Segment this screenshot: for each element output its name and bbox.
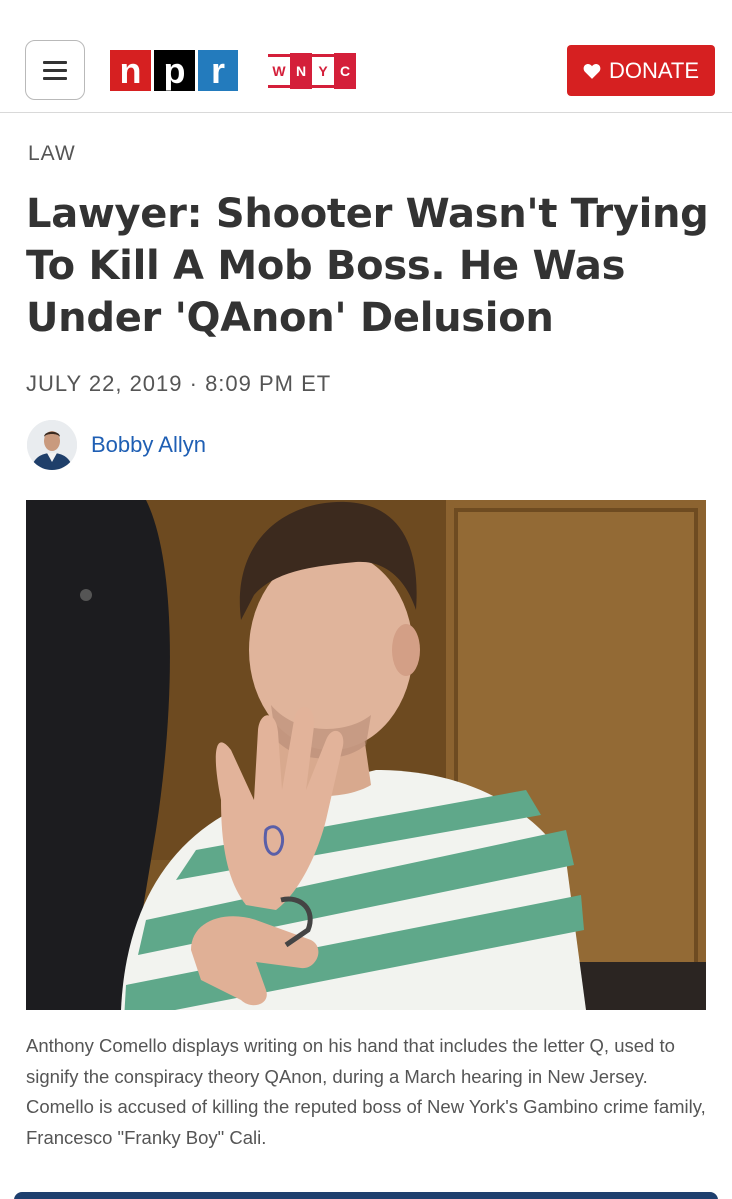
article-date: JULY 22, 2019 · 8:09 PM ET: [26, 371, 332, 396]
article-lead-photo: [26, 500, 706, 1010]
section-link-law[interactable]: LAW: [28, 142, 76, 166]
wnyc-logo-c: C: [334, 53, 356, 89]
article-headline: Lawyer: Shooter Wasn't Trying To Kill A …: [26, 191, 709, 341]
photo-caption: Anthony Comello displays writing on his …: [26, 1035, 706, 1148]
donate-label: DONATE: [608, 57, 700, 83]
author-link[interactable]: Bobby Allyn: [91, 432, 206, 458]
wnyc-logo[interactable]: W N Y C: [268, 53, 356, 89]
npr-logo-r: r: [198, 50, 238, 91]
npr-logo-n: n: [110, 50, 151, 91]
wnyc-logo-y: Y: [318, 63, 328, 79]
npr-logo[interactable]: n p r: [110, 50, 238, 91]
donate-button[interactable]: DONATE: [567, 45, 715, 96]
author-avatar[interactable]: [27, 420, 77, 470]
npr-logo-p: p: [154, 50, 195, 91]
wnyc-logo-n: N: [290, 53, 312, 89]
wnyc-logo-w: W: [272, 63, 286, 79]
site-header: n p r W N Y C DONATE: [0, 0, 732, 113]
heart-icon: [583, 63, 601, 79]
byline: Bobby Allyn: [27, 420, 206, 470]
author-photo: [27, 420, 77, 470]
bottom-player-bar[interactable]: [14, 1192, 718, 1199]
hamburger-menu-icon[interactable]: [25, 40, 85, 100]
